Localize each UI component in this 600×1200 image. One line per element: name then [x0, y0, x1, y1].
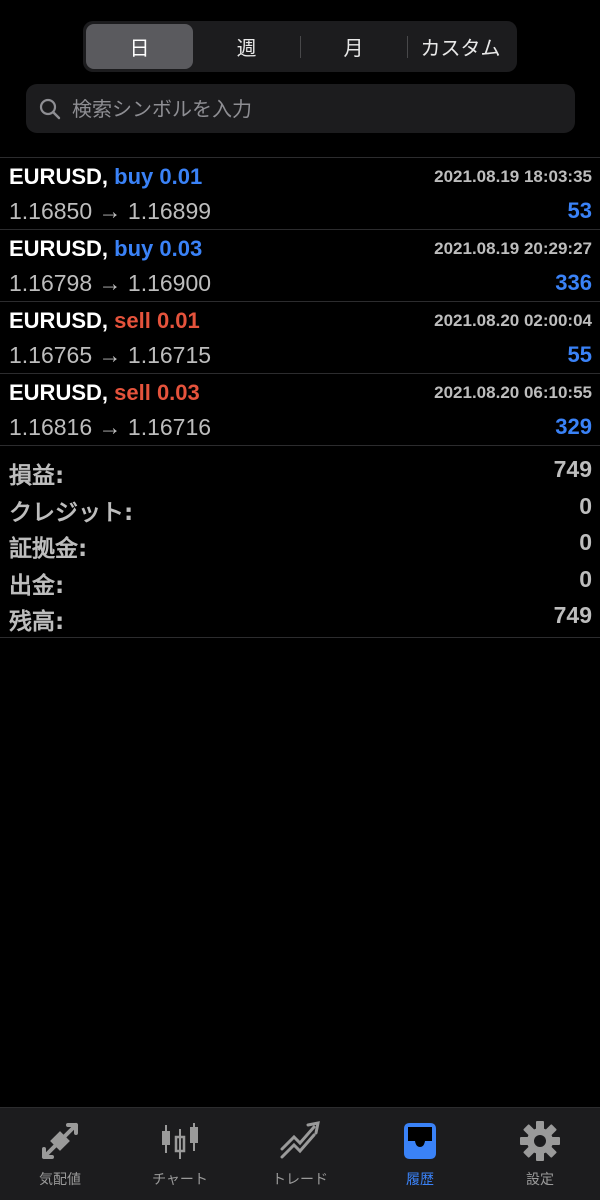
summary-value: 749 [553, 456, 592, 482]
deal-side: sell 0.03 [114, 380, 200, 405]
settings-icon [520, 1121, 560, 1161]
account-summary: 損益: 749 クレジット: 0 証拠金: 0 出金: 0 残高: 749 [0, 445, 600, 638]
deals-list: EURUSD, buy 0.01 2021.08.19 18:03:35 1.1… [0, 157, 600, 445]
deal-side: buy 0.01 [114, 164, 203, 189]
deal-time: 2021.08.20 06:10:55 [434, 383, 592, 402]
summary-row-margin: 証拠金: 0 [0, 525, 600, 562]
deal-time: 2021.08.20 02:00:04 [434, 311, 592, 330]
trade-icon [280, 1121, 320, 1159]
summary-row-withdrawal: 出金: 0 [0, 562, 600, 599]
deal-title: EURUSD, sell 0.03 [9, 380, 200, 406]
tab-chart[interactable]: チャート [120, 1108, 240, 1200]
deal-prices: 1.16850 → 1.16899 [9, 198, 212, 224]
segment-custom[interactable]: カスタム [407, 24, 514, 69]
deal-title: EURUSD, buy 0.03 [9, 236, 202, 262]
tab-label: 設定 [526, 1172, 554, 1188]
deal-time: 2021.08.19 20:29:27 [434, 239, 592, 258]
deal-profit: 53 [567, 198, 592, 223]
summary-label: 残高: [9, 609, 65, 635]
history-screen: 日 週 月 カスタム EURUSD, buy 0.01 2021.08.19 1… [0, 0, 600, 1200]
deal-prices: 1.16765 → 1.16715 [9, 342, 212, 368]
summary-value: 0 [579, 565, 592, 592]
summary-label: クレジット: [9, 499, 134, 526]
deal-profit: 336 [555, 270, 592, 295]
deal-symbol: EURUSD, [9, 380, 109, 405]
tab-trade[interactable]: トレード [240, 1108, 360, 1200]
summary-row-credit: クレジット: 0 [0, 489, 600, 526]
deal-title: EURUSD, buy 0.01 [9, 164, 202, 190]
segment-week[interactable]: 週 [193, 24, 300, 69]
period-segmented-control: 日 週 月 カスタム [83, 21, 517, 72]
deal-prices: 1.16798 → 1.16900 [9, 270, 212, 296]
summary-row-profit: 損益: 749 [0, 452, 600, 489]
tab-label: チャート [152, 1172, 208, 1188]
tab-label: トレード [272, 1172, 328, 1188]
deal-profit: 55 [567, 342, 592, 367]
summary-label: 出金: [9, 572, 65, 599]
deal-symbol: EURUSD, [9, 308, 109, 333]
summary-label: 損益: [9, 463, 65, 489]
tab-history[interactable]: 履歴 [360, 1108, 480, 1200]
deal-row[interactable]: EURUSD, buy 0.01 2021.08.19 18:03:35 1.1… [0, 157, 600, 229]
deal-symbol: EURUSD, [9, 236, 109, 261]
deal-profit: 329 [555, 414, 592, 439]
history-icon [404, 1123, 436, 1159]
deal-title: EURUSD, sell 0.01 [9, 308, 200, 334]
deal-symbol: EURUSD, [9, 164, 109, 189]
deal-row[interactable]: EURUSD, sell 0.03 2021.08.20 06:10:55 1.… [0, 373, 600, 445]
tab-label: 履歴 [406, 1172, 434, 1188]
tab-settings[interactable]: 設定 [480, 1108, 600, 1200]
summary-row-balance: 残高: 749 [0, 598, 600, 635]
deal-row[interactable]: EURUSD, sell 0.01 2021.08.20 02:00:04 1.… [0, 301, 600, 373]
search-icon [39, 98, 61, 119]
segment-month[interactable]: 月 [300, 24, 407, 69]
search-bar[interactable] [26, 84, 575, 133]
tab-label: 気配値 [39, 1172, 81, 1188]
segment-day[interactable]: 日 [86, 24, 193, 69]
summary-value: 0 [579, 529, 592, 555]
tab-quotes[interactable]: 気配値 [0, 1108, 120, 1200]
quotes-icon [42, 1123, 78, 1159]
search-input[interactable] [70, 95, 554, 122]
deal-prices: 1.16816 → 1.16716 [9, 414, 212, 440]
deal-side: buy 0.03 [114, 236, 203, 261]
summary-value: 0 [579, 492, 592, 519]
deal-row[interactable]: EURUSD, buy 0.03 2021.08.19 20:29:27 1.1… [0, 229, 600, 301]
summary-value: 749 [553, 602, 592, 628]
bottom-tab-bar: 気配値 チャート トレード 履歴 設定 [0, 1107, 600, 1200]
chart-icon [162, 1123, 198, 1159]
deal-time: 2021.08.19 18:03:35 [434, 167, 592, 186]
deal-side: sell 0.01 [114, 308, 200, 333]
summary-label: 証拠金: [9, 536, 88, 562]
